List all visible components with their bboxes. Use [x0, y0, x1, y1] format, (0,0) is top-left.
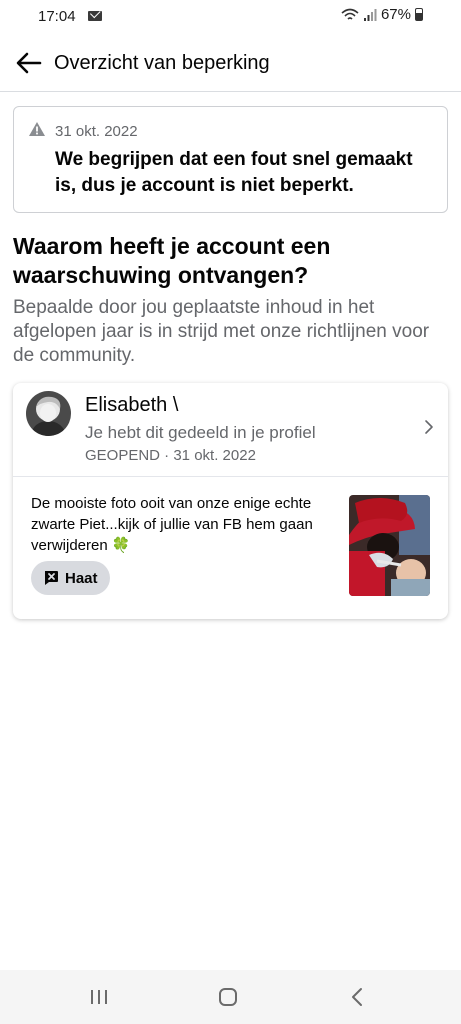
reaction-label: Haat — [65, 569, 98, 587]
status-right: 67% — [341, 6, 423, 23]
signal-icon — [363, 8, 377, 21]
battery-icon — [415, 8, 423, 21]
home-button[interactable] — [213, 984, 243, 1010]
post-text-content: De mooiste foto ooit van onze enige echt… — [31, 495, 313, 554]
mail-icon — [88, 11, 102, 21]
chevron-right-icon — [424, 419, 434, 440]
restriction-notice: 31 okt. 2022 We begrijpen dat een fout s… — [13, 106, 448, 213]
hate-speech-icon — [45, 571, 58, 585]
post-thumbnail[interactable] — [349, 495, 430, 596]
recent-apps-icon — [91, 990, 107, 1004]
notice-date: 31 okt. 2022 — [55, 123, 138, 140]
clover-emoji: 🍀 — [111, 537, 131, 554]
post-card: Elisabeth \ Je hebt dit gedeeld in je pr… — [13, 383, 448, 619]
status-bar: 17:04 67% — [0, 0, 461, 34]
post-body: De mooiste foto ooit van onze enige echt… — [13, 477, 448, 619]
section-description: Bepaalde door jou geplaatste inhoud in h… — [13, 297, 430, 366]
post-author: Elisabeth \ — [85, 394, 179, 416]
notice-message: We begrijpen dat een fout snel gemaakt i… — [55, 149, 413, 196]
top-app-bar: Overzicht van beperking — [0, 34, 461, 92]
wifi-icon — [341, 8, 359, 20]
system-back-button[interactable] — [342, 984, 372, 1010]
home-icon — [219, 988, 237, 1006]
arrow-left-icon — [16, 52, 42, 74]
section-heading: Waarom heeft je account een waarschuwing… — [13, 233, 331, 288]
back-button[interactable] — [12, 46, 46, 80]
post-header[interactable]: Elisabeth \ Je hebt dit gedeeld in je pr… — [13, 383, 448, 477]
recent-apps-button[interactable] — [84, 984, 114, 1010]
system-nav-bar — [0, 970, 461, 1024]
back-chevron-icon — [352, 988, 362, 1006]
avatar — [26, 391, 71, 436]
warning-triangle-icon — [28, 121, 46, 142]
reaction-pill[interactable]: Haat — [31, 561, 110, 595]
battery-percent: 67% — [380, 6, 411, 23]
post-text: De mooiste foto ooit van onze enige echt… — [31, 493, 331, 556]
page-title: Overzicht van beperking — [54, 52, 270, 74]
status-time: 17:04 — [38, 8, 76, 25]
post-shared-location: Je hebt dit gedeeld in je profiel — [85, 423, 316, 442]
post-opened-date: GEOPEND · 31 okt. 2022 — [85, 447, 256, 464]
